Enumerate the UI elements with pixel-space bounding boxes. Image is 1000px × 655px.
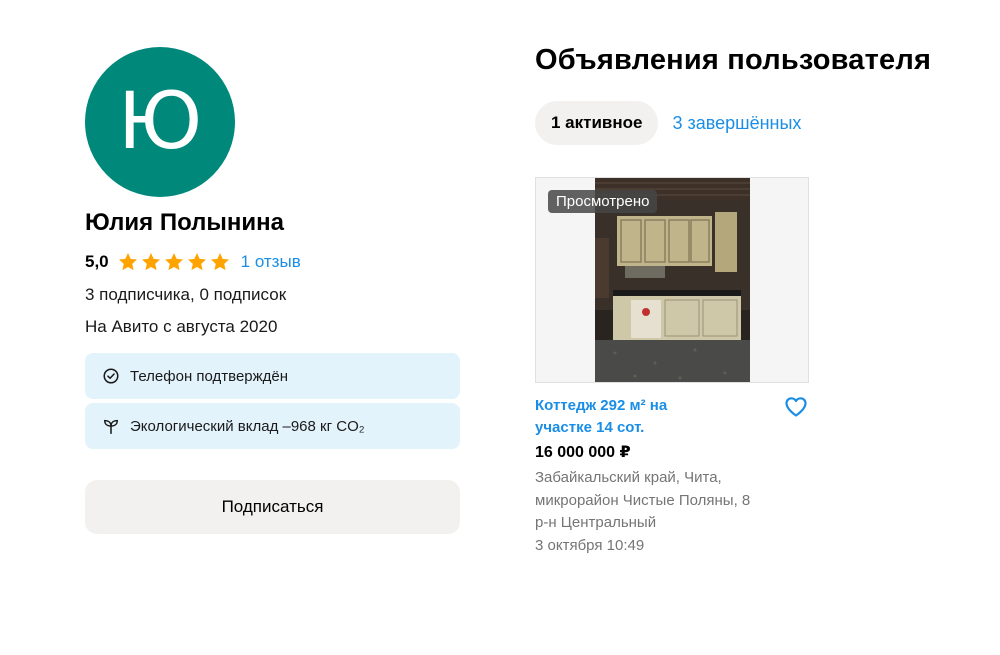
followers-info: 3 подписчика, 0 подписок (85, 285, 287, 304)
avatar: Ю (85, 47, 235, 197)
rating-row: 5,0 1 отзыв (85, 251, 460, 273)
star-icon (164, 253, 183, 271)
listing-image[interactable]: Просмотрено (535, 177, 809, 383)
badge-eco-contribution: Экологический вклад –968 кг CO₂ (85, 403, 460, 449)
sprout-icon (103, 419, 119, 434)
badge-phone-verified: Телефон подтверждён (85, 353, 460, 399)
address-line: Забайкальский край, Чита, (535, 469, 722, 486)
listing-district: р-н Центральный (535, 514, 657, 531)
heart-icon[interactable] (783, 394, 809, 420)
listing-card: Просмотрено Коттедж 292 м² на участке 14… (535, 177, 809, 557)
listings-tabs: 1 активное 3 завершённых (535, 101, 975, 145)
star-icon (210, 253, 229, 271)
subscribe-button[interactable]: Подписаться (85, 480, 460, 534)
listings-title: Объявления пользователя (535, 44, 932, 76)
badge-text: Экологический вклад –968 кг CO₂ (130, 417, 365, 435)
viewed-badge: Просмотрено (548, 190, 658, 213)
listing-title-row: Коттедж 292 м² на участке 14 сот. (535, 395, 809, 439)
star-icon (118, 253, 137, 271)
tab-completed-listings[interactable]: 3 завершённых (672, 113, 801, 134)
listing-address: Забайкальский край, Чита, микрорайон Чис… (535, 467, 809, 535)
check-circle-icon (103, 368, 119, 384)
profile-name: Юлия Полынина (85, 209, 284, 236)
listing-date: 3 октября 10:49 (535, 536, 645, 554)
star-icon (141, 253, 160, 271)
reviews-link[interactable]: 1 отзыв (241, 252, 301, 272)
badges-list: Телефон подтверждён Экологический вклад … (85, 353, 460, 449)
rating-stars (117, 251, 231, 273)
address-line: микрорайон Чистые Поляны, 8 (535, 491, 751, 509)
star-icon (187, 253, 206, 271)
avatar-letter: Ю (117, 77, 203, 167)
member-since: На Авито с августа 2020 (85, 317, 278, 336)
listings-panel: Объявления пользователя 1 активное 3 зав… (535, 44, 975, 557)
badge-text: Телефон подтверждён (130, 367, 289, 385)
listing-title[interactable]: Коттедж 292 м² на участке 14 сот. (535, 395, 715, 439)
tab-active-listings[interactable]: 1 активное (535, 101, 659, 145)
profile-panel: Ю Юлия Полынина 5,0 1 отзыв 3 подписчика… (85, 47, 460, 534)
listing-price: 16 000 000 ₽ (535, 444, 631, 461)
rating-value: 5,0 (85, 252, 109, 271)
